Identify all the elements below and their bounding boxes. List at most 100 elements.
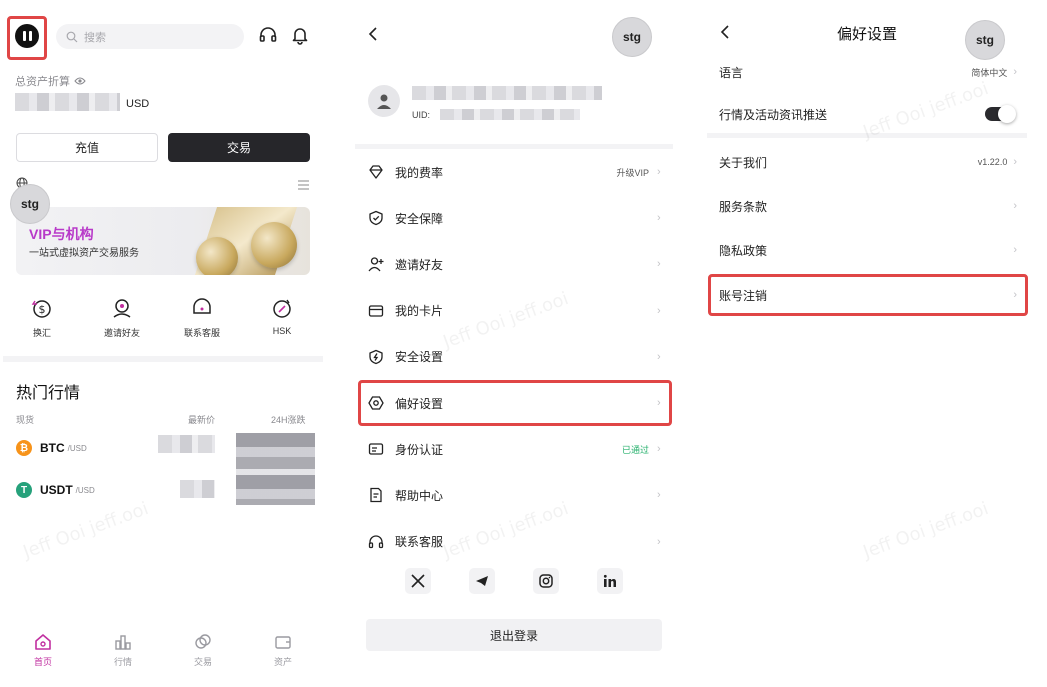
- menu-item-label: 安全设置: [395, 350, 444, 365]
- instagram-icon[interactable]: [533, 568, 559, 594]
- shortcut-hsk[interactable]: HSK: [252, 297, 312, 336]
- customer-service-icon: [190, 297, 214, 321]
- menu-item-status: 升级VIP: [616, 167, 649, 178]
- stg-badge: stg: [10, 184, 50, 224]
- nav-market[interactable]: 行情: [103, 632, 143, 668]
- usdt-icon: T: [16, 482, 32, 498]
- price-redacted: [180, 480, 215, 498]
- menu-item-id-card[interactable]: 身份认证 已通过 ›: [355, 426, 673, 472]
- setting-about[interactable]: 关于我们 v1.22.0 ›: [707, 140, 1027, 184]
- bell-icon[interactable]: [289, 24, 311, 46]
- shortcut-invite[interactable]: 邀请好友: [92, 297, 152, 339]
- setting-privacy[interactable]: 隐私政策 ›: [707, 228, 1027, 272]
- uid-value-redacted: [440, 109, 580, 120]
- change-redacted: [236, 433, 315, 505]
- home-screen: 搜索 总资产折算 USD 充值 交易 VIP与机构 一站式虚拟资产交易服务 st…: [0, 0, 330, 687]
- nav-home[interactable]: 首页: [23, 632, 63, 668]
- trade-icon: [193, 632, 213, 652]
- preferences-screen: 偏好设置 stg 语言 简体中文 › 行情及活动资讯推送 关于我们 v1.22.…: [700, 0, 1047, 687]
- shield-bolt-icon: [367, 348, 385, 366]
- page-title: 偏好设置: [837, 26, 898, 43]
- shortcut-support[interactable]: 联系客服: [172, 297, 232, 339]
- chevron-right-icon: ›: [657, 166, 661, 178]
- add-user-icon: [367, 255, 385, 273]
- menu-item-shield-bolt[interactable]: 安全设置 ›: [355, 334, 673, 380]
- banner-subtitle: 一站式虚拟资产交易服务: [29, 248, 139, 259]
- shortcut-exchange[interactable]: $ 换汇: [12, 297, 72, 339]
- chevron-right-icon: ›: [657, 304, 661, 317]
- setting-terms[interactable]: 服务条款 ›: [707, 184, 1027, 228]
- chevron-right-icon: ›: [657, 489, 661, 502]
- menu-item-label: 身份认证: [395, 442, 444, 457]
- menu-item-label: 邀请好友: [395, 257, 444, 272]
- telegram-icon[interactable]: [469, 568, 495, 594]
- eye-icon[interactable]: [74, 76, 86, 86]
- menu-item-label: 联系客服: [395, 535, 444, 550]
- menu-item-label: 我的费率: [395, 165, 444, 180]
- market-row-btc[interactable]: ₿ BTC /USD: [16, 440, 87, 456]
- menu-lines-icon[interactable]: [298, 177, 309, 195]
- headset-icon: [367, 533, 385, 551]
- menu-item-add-user[interactable]: 邀请好友 ›: [355, 241, 673, 287]
- asset-value-redacted: [15, 93, 120, 111]
- push-toggle[interactable]: [985, 105, 1016, 123]
- search-bar[interactable]: 搜索: [56, 24, 244, 49]
- shield-check-icon: [367, 209, 385, 227]
- price-redacted: [158, 435, 215, 453]
- card-icon: [367, 302, 385, 320]
- search-icon: [66, 31, 78, 42]
- chevron-right-icon: ›: [1013, 200, 1017, 212]
- menu-item-label: 帮助中心: [395, 488, 444, 503]
- account-screen: stg UID: 我的费率 升级VIP › 安全保障 › 邀请好友 › 我的卡片 › 安全设置 › 偏…: [348, 0, 680, 687]
- menu-item-help-doc[interactable]: 帮助中心 ›: [355, 472, 673, 518]
- deposit-button[interactable]: 充值: [16, 133, 158, 162]
- section-divider: [3, 356, 323, 362]
- chevron-right-icon: ›: [657, 212, 661, 225]
- chevron-right-icon: ›: [1013, 244, 1017, 256]
- menu-item-status: 已通过: [621, 444, 649, 455]
- highlight-box-delete-account: [708, 274, 1028, 316]
- highlight-box-preferences: [358, 380, 672, 426]
- hsk-token-icon: [270, 297, 294, 321]
- nav-trade[interactable]: 交易: [183, 632, 223, 668]
- username-redacted: [412, 86, 602, 100]
- highlight-box-logo: [7, 16, 47, 60]
- logout-button[interactable]: 退出登录: [366, 619, 662, 651]
- back-icon[interactable]: [366, 26, 382, 42]
- uid-label: UID:: [412, 110, 430, 120]
- x-twitter-icon[interactable]: [405, 568, 431, 594]
- col-header-price: 最新价: [188, 415, 216, 425]
- chevron-right-icon: ›: [1013, 156, 1017, 168]
- svg-text:$: $: [39, 303, 46, 316]
- market-row-usdt[interactable]: T USDT /USD: [16, 482, 95, 498]
- btc-icon: ₿: [16, 440, 32, 456]
- col-header-change: 24H涨跌: [271, 415, 306, 425]
- search-placeholder: 搜索: [84, 31, 106, 44]
- nav-assets[interactable]: 资产: [263, 632, 303, 668]
- home-icon: [33, 632, 53, 652]
- exchange-dollar-icon: $: [30, 297, 54, 321]
- chevron-right-icon: ›: [657, 443, 661, 456]
- menu-item-diamond[interactable]: 我的费率 升级VIP ›: [355, 149, 673, 195]
- chevron-right-icon: ›: [657, 535, 661, 548]
- coin-graphic: [251, 222, 297, 268]
- avatar[interactable]: [368, 85, 400, 117]
- invite-friend-icon: [110, 297, 134, 321]
- menu-item-shield-check[interactable]: 安全保障 ›: [355, 195, 673, 241]
- hot-market-title: 热门行情: [16, 385, 81, 402]
- diamond-icon: [367, 163, 385, 181]
- chevron-right-icon: ›: [657, 350, 661, 363]
- wallet-icon: [273, 632, 293, 652]
- headset-icon[interactable]: [257, 24, 279, 46]
- back-icon[interactable]: [718, 24, 734, 40]
- chevron-right-icon: ›: [657, 258, 661, 271]
- chevron-right-icon: ›: [1013, 66, 1017, 78]
- linkedin-icon[interactable]: [597, 568, 623, 594]
- menu-item-label: 安全保障: [395, 211, 444, 226]
- vip-banner[interactable]: VIP与机构 一站式虚拟资产交易服务: [16, 207, 310, 275]
- version-label: v1.22.0: [977, 157, 1008, 167]
- user-icon: [377, 94, 391, 109]
- market-icon: [113, 632, 133, 652]
- trade-button[interactable]: 交易: [168, 133, 310, 162]
- stg-badge: stg: [612, 17, 652, 57]
